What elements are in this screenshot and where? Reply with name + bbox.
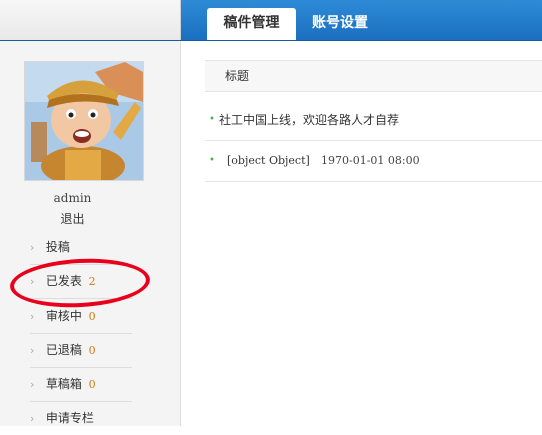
- sidebar-item-label: 投稿: [45, 240, 70, 254]
- chevron-right-icon: ›: [30, 241, 35, 254]
- sidebar-item-count: 0: [88, 344, 96, 357]
- top-header: 稿件管理 账号设置: [0, 0, 542, 41]
- sidebar: admin 退出 › 投稿 › 已发表 2 › 审核中 0 › 已退稿 0 › …: [0, 41, 181, 426]
- sidebar-item-drafts[interactable]: › 草稿箱 0: [30, 368, 132, 402]
- avatar-image: [25, 62, 143, 180]
- tab-account-settings[interactable]: 账号设置: [300, 8, 380, 40]
- chevron-right-icon: ›: [30, 310, 35, 323]
- tab-manuscript-management[interactable]: 稿件管理: [207, 8, 296, 40]
- username[interactable]: admin: [0, 191, 145, 205]
- table-header: 标题: [205, 60, 542, 92]
- chevron-right-icon: ›: [30, 378, 35, 391]
- chevron-right-icon: ›: [30, 412, 35, 425]
- bullet-icon: •: [209, 114, 215, 125]
- sidebar-item-count: 0: [88, 378, 96, 391]
- chevron-right-icon: ›: [30, 344, 35, 357]
- bullet-icon: •: [209, 155, 215, 166]
- row-date: 1970-01-01 08:00: [321, 154, 420, 167]
- sidebar-item-label: 草稿箱: [45, 377, 82, 391]
- header-left-panel: [0, 0, 181, 40]
- avatar: [24, 61, 144, 181]
- logout-link[interactable]: 退出: [0, 210, 145, 227]
- row-title-link[interactable]: 社工中国上线，欢迎各路人才自荐: [219, 100, 399, 140]
- sidebar-item-count: 0: [88, 310, 96, 323]
- column-header-title: 标题: [225, 69, 250, 83]
- sidebar-item-label: 审核中: [45, 309, 82, 323]
- table-row[interactable]: • [object Object] 1970-01-01 08:00: [205, 141, 542, 182]
- row-title-link[interactable]: [object Object]: [227, 141, 310, 181]
- sidebar-item-label: 申请专栏: [45, 411, 94, 425]
- sidebar-item-apply-column[interactable]: › 申请专栏: [30, 402, 132, 435]
- table-row[interactable]: • 社工中国上线，欢迎各路人才自荐: [205, 100, 542, 141]
- sidebar-item-rejected[interactable]: › 已退稿 0: [30, 334, 132, 368]
- sidebar-item-label: 已退稿: [45, 343, 82, 357]
